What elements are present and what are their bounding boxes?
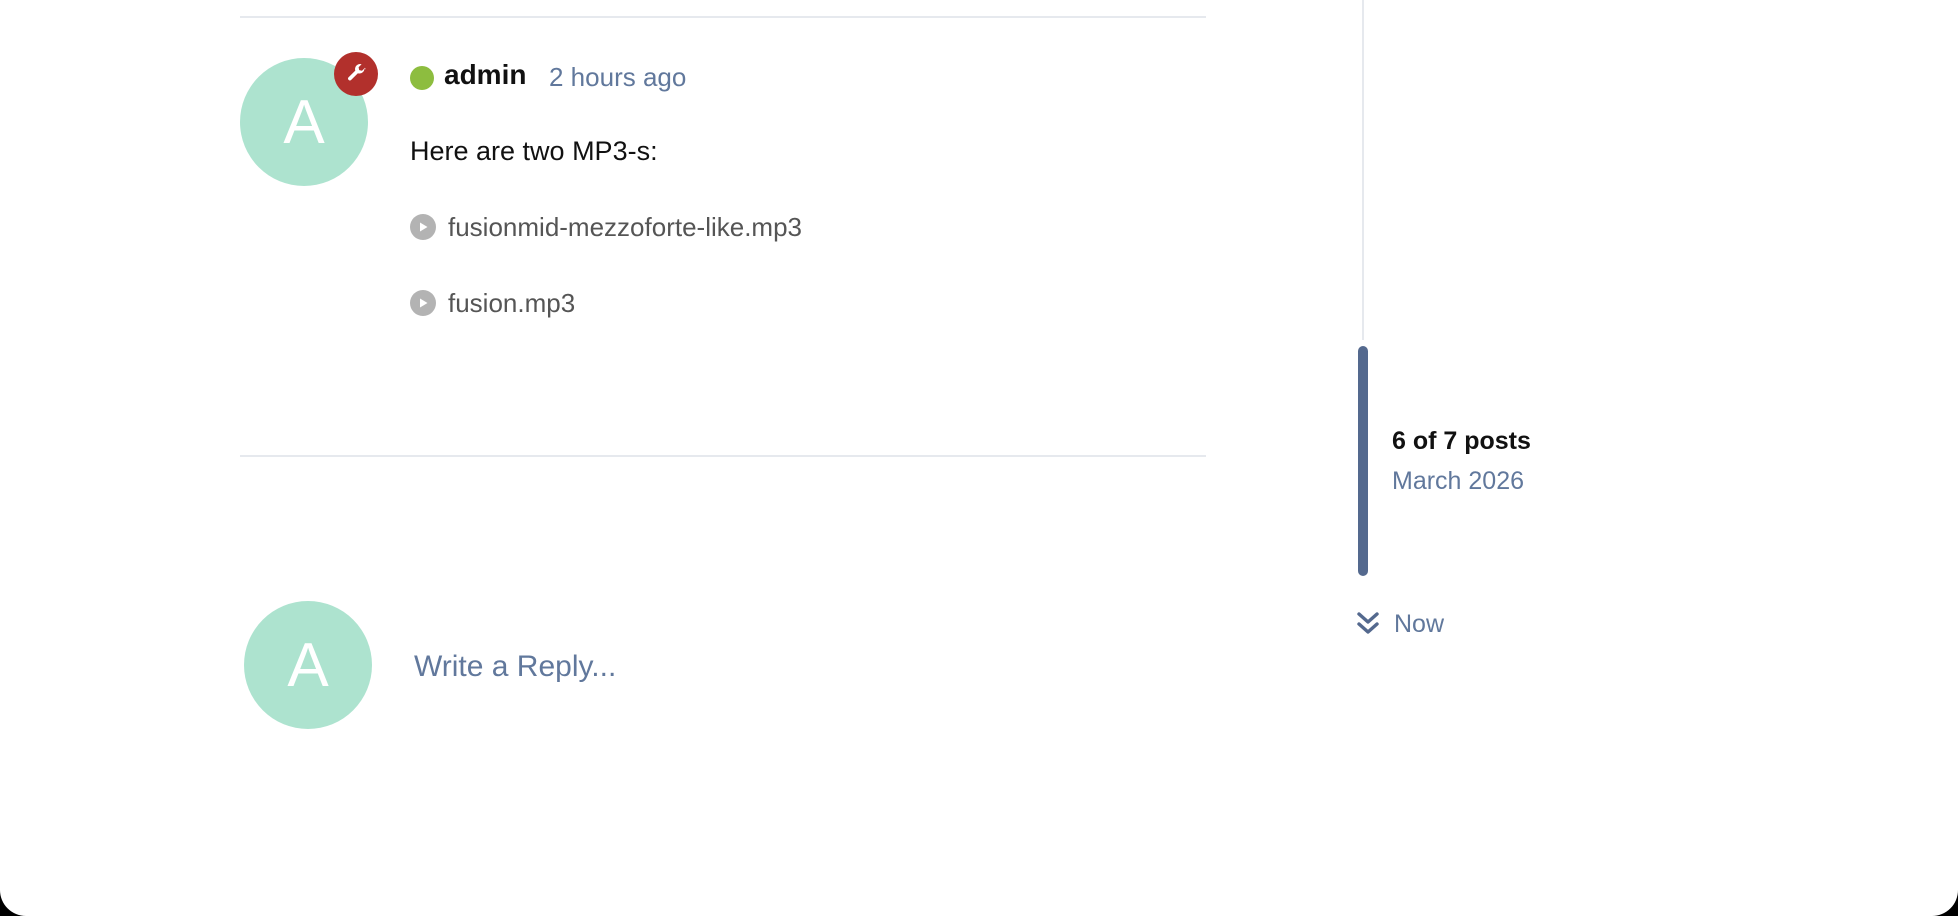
play-icon[interactable] [410, 214, 436, 240]
attachment-filename[interactable]: fusionmid-mezzoforte-like.mp3 [448, 212, 802, 243]
avatar-letter: A [287, 630, 329, 700]
timeline-position-label: 6 of 7 posts [1392, 427, 1531, 455]
play-icon[interactable] [410, 290, 436, 316]
post-timestamp[interactable]: 2 hours ago [549, 60, 686, 94]
write-reply-placeholder[interactable]: Write a Reply... [414, 648, 616, 686]
timeline-now-label[interactable]: Now [1394, 610, 1444, 639]
double-chevron-down-icon [1354, 609, 1382, 639]
post-bottom-divider [240, 455, 1206, 457]
online-status-indicator [410, 66, 434, 90]
audio-attachment[interactable]: fusion.mp3 [410, 286, 575, 320]
attachment-filename[interactable]: fusion.mp3 [448, 288, 575, 319]
timeline-now-button[interactable]: Now [1354, 606, 1444, 642]
post-author-name[interactable]: admin [444, 58, 526, 92]
timeline-date-label: March 2026 [1392, 467, 1525, 495]
timeline-handle[interactable] [1358, 346, 1368, 576]
audio-attachment[interactable]: fusionmid-mezzoforte-like.mp3 [410, 210, 802, 244]
avatar-letter: A [283, 87, 325, 157]
timeline-track[interactable] [1362, 0, 1364, 340]
post-body: Here are two MP3-s: [410, 136, 658, 166]
post-top-divider [240, 16, 1206, 18]
current-user-avatar: A [244, 601, 372, 729]
app-window: A admin 2 hours ago Here are two MP3-s: … [0, 0, 1958, 916]
wrench-icon [334, 52, 378, 96]
